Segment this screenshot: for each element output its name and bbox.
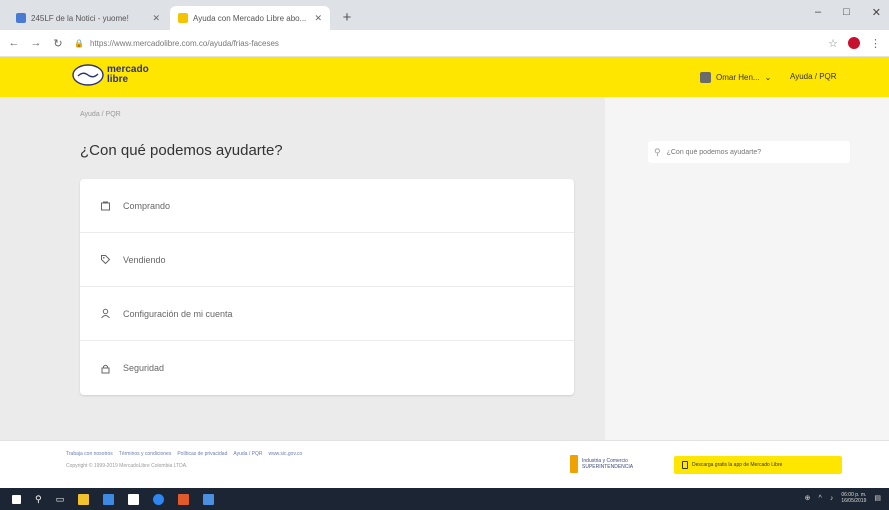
chrome-icon[interactable] xyxy=(153,493,165,505)
new-tab-button[interactable]: + xyxy=(336,6,358,28)
topic-label: Vendiendo xyxy=(123,254,166,265)
network-icon[interactable]: ⊕ xyxy=(805,494,811,502)
sic-line-2: SUPERINTENDENCIA xyxy=(582,464,634,470)
footer-link-help[interactable]: Ayuda / PQR xyxy=(233,451,262,457)
copyright: Copyright © 1999-2019 MercadoLibre Colom… xyxy=(66,463,188,469)
logo-word-2: libre xyxy=(107,74,129,85)
help-main-column: Ayuda / PQR ¿Con qué podemos ayudarte? C… xyxy=(0,97,605,440)
bag-icon xyxy=(101,201,110,211)
topic-security[interactable]: Seguridad xyxy=(80,341,574,395)
footer-link-jobs[interactable]: Trabaja con nosotros xyxy=(66,451,113,457)
tab-favicon-icon xyxy=(178,13,188,23)
back-arrow-icon[interactable]: ← xyxy=(8,37,20,49)
topic-label: Comprando xyxy=(123,200,171,211)
user-menu[interactable]: Omar Hen... ⌄ xyxy=(700,72,771,83)
sic-logo[interactable]: Industria y Comercio SUPERINTENDENCIA xyxy=(570,455,633,473)
footer-link-terms[interactable]: Términos y condiciones xyxy=(119,451,172,457)
footer-link-sic[interactable]: www.sic.gov.co xyxy=(268,451,302,457)
minimize-button[interactable]: – xyxy=(815,6,821,19)
help-side-column: ⚲ xyxy=(605,97,889,440)
tab-favicon-icon xyxy=(16,13,26,23)
bookmark-star-icon[interactable]: ☆ xyxy=(828,37,838,50)
lock-icon: 🔒 xyxy=(74,38,84,48)
system-tray: ⊕ ^ ♪ 06:00 p. m. 16/05/2019 ▤ xyxy=(805,492,881,504)
footer-link-privacy[interactable]: Políticas de privacidad xyxy=(177,451,227,457)
sic-mark-icon xyxy=(570,455,578,473)
site-footer: Trabaja con nosotros Términos y condicio… xyxy=(0,440,889,488)
tab-title: Ayuda con Mercado Libre abo... xyxy=(193,13,307,23)
browser-tab-1[interactable]: 245LF de la Notici - yuome! ✕ xyxy=(8,6,168,30)
topic-label: Configuración de mi cuenta xyxy=(123,308,233,319)
handshake-logo-icon xyxy=(72,64,104,86)
tag-icon xyxy=(101,255,111,265)
url-text: https://www.mercadolibre.com.co/ayuda/fr… xyxy=(89,38,279,48)
maximize-button[interactable]: □ xyxy=(843,6,850,19)
user-name: Omar Hen... xyxy=(716,73,760,82)
help-topics-card: Comprando Vendiendo Configuración de mi … xyxy=(80,179,574,395)
windows-start-icon[interactable] xyxy=(12,494,21,504)
site-header: mercado libre Omar Hen... ⌄ Ayuda / PQR xyxy=(0,57,889,97)
close-tab-icon[interactable]: ✕ xyxy=(314,13,322,24)
browser-menu-icon[interactable]: ⋮ xyxy=(870,37,881,50)
download-app-label: Descarga gratis la app de Mercado Libre xyxy=(692,462,783,468)
user-avatar-icon xyxy=(700,72,711,83)
dropbox-icon[interactable] xyxy=(103,493,115,505)
breadcrumb[interactable]: Ayuda / PQR xyxy=(80,111,121,118)
app-icon[interactable] xyxy=(128,493,140,505)
forward-arrow-icon[interactable]: → xyxy=(30,37,42,49)
task-view-icon[interactable]: ▭ xyxy=(56,494,65,505)
help-search-box: ⚲ xyxy=(648,141,850,163)
topic-buying[interactable]: Comprando xyxy=(80,179,574,233)
search-icon[interactable]: ⚲ xyxy=(654,147,661,158)
search-icon[interactable]: ⚲ xyxy=(35,494,42,505)
user-icon xyxy=(101,308,110,319)
close-tab-icon[interactable]: ✕ xyxy=(152,13,160,24)
search-input[interactable] xyxy=(666,148,837,156)
app-icon[interactable] xyxy=(178,493,190,505)
mercadolibre-logo[interactable]: mercado libre xyxy=(72,63,149,87)
download-app-button[interactable]: Descarga gratis la app de Mercado Libre xyxy=(674,456,842,474)
page-title: ¿Con qué podemos ayudarte? xyxy=(80,142,283,159)
tab-title: 245LF de la Notici - yuome! xyxy=(31,13,129,23)
chevron-up-icon[interactable]: ^ xyxy=(819,495,822,502)
notifications-icon[interactable]: ▤ xyxy=(874,494,881,502)
os-taskbar: ⚲ ▭ ⊕ ^ ♪ 06:00 p. m. 16/05/2019 ▤ xyxy=(0,488,889,510)
topic-selling[interactable]: Vendiendo xyxy=(80,233,574,287)
clock[interactable]: 06:00 p. m. 16/05/2019 xyxy=(841,492,866,504)
footer-links: Trabaja con nosotros Términos y condicio… xyxy=(66,451,302,457)
phone-icon xyxy=(682,461,688,469)
clock-date: 16/05/2019 xyxy=(841,498,867,504)
window-controls: – □ ✕ xyxy=(815,6,881,19)
help-pqr-link[interactable]: Ayuda / PQR xyxy=(790,72,837,81)
chevron-down-icon: ⌄ xyxy=(764,73,772,82)
profile-avatar[interactable] xyxy=(848,37,860,49)
topic-label: Seguridad xyxy=(123,363,165,373)
file-explorer-icon[interactable] xyxy=(78,493,90,505)
browser-tab-bar: 245LF de la Notici - yuome! ✕ Ayuda con … xyxy=(0,0,889,30)
reload-icon[interactable]: ↻ xyxy=(52,37,64,50)
browser-tab-2[interactable]: Ayuda con Mercado Libre abo... ✕ xyxy=(170,6,330,30)
volume-icon[interactable]: ♪ xyxy=(830,495,834,502)
app-icon[interactable] xyxy=(203,493,215,505)
url-field[interactable]: 🔒 https://www.mercadolibre.com.co/ayuda/… xyxy=(74,33,818,53)
lock-icon xyxy=(101,364,110,373)
close-window-button[interactable]: ✕ xyxy=(872,6,881,19)
address-bar: ← → ↻ 🔒 https://www.mercadolibre.com.co/… xyxy=(0,30,889,57)
topic-account-settings[interactable]: Configuración de mi cuenta xyxy=(80,287,574,341)
